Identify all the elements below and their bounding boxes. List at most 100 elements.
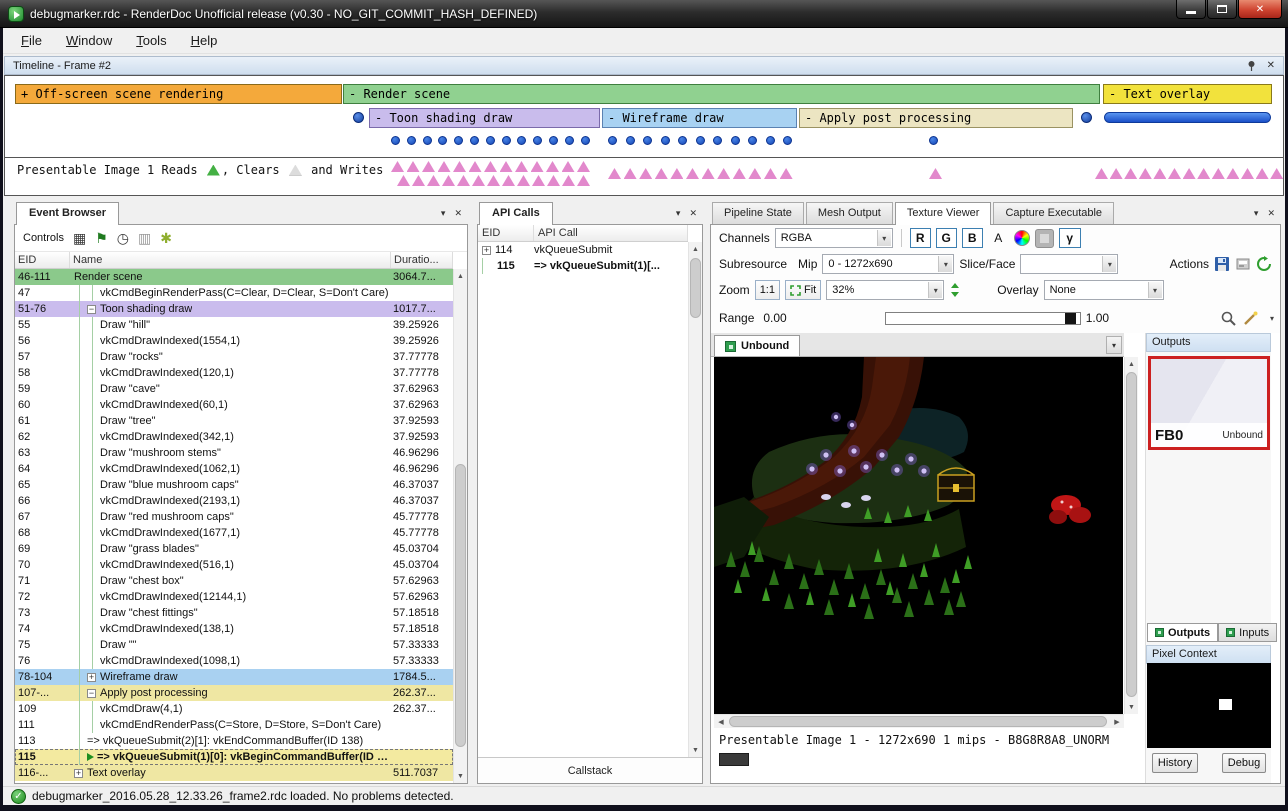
scroll-down-icon[interactable]: ▼: [689, 743, 702, 757]
timeline-bar[interactable]: - Text overlay: [1103, 84, 1272, 104]
event-dot[interactable]: [608, 136, 617, 145]
write-marker-icon[interactable]: [547, 175, 560, 186]
event-row[interactable]: 65Draw "blue mushroom caps"46.37037: [15, 477, 453, 493]
write-marker-icon[interactable]: [1124, 168, 1137, 179]
event-row[interactable]: 115=> vkQueueSubmit(1)[0]: vkBeginComman…: [15, 749, 453, 765]
panel-menu-icon[interactable]: ▾: [1254, 208, 1259, 219]
write-marker-icon[interactable]: [1226, 168, 1239, 179]
checkerboard-background-button[interactable]: [1035, 229, 1054, 248]
panel-menu-icon[interactable]: ▾: [676, 208, 681, 219]
write-marker-icon[interactable]: [515, 161, 528, 172]
scroll-thumb[interactable]: [690, 258, 701, 318]
write-marker-icon[interactable]: [1139, 168, 1152, 179]
slice-face-select[interactable]: ▾: [1020, 254, 1118, 274]
write-marker-icon[interactable]: [472, 175, 485, 186]
expand-icon[interactable]: +: [482, 246, 491, 255]
write-marker-icon[interactable]: [546, 161, 559, 172]
event-row[interactable]: 55Draw "hill"39.25926: [15, 317, 453, 333]
zoom-fit-button[interactable]: Fit: [785, 280, 821, 300]
pixel-context-view[interactable]: [1147, 663, 1271, 748]
event-dot[interactable]: [929, 136, 938, 145]
write-marker-icon[interactable]: [624, 168, 637, 179]
event-row[interactable]: 109vkCmdDraw(4,1)262.37...: [15, 701, 453, 717]
flip-y-icon[interactable]: [949, 282, 961, 298]
write-marker-icon[interactable]: [531, 161, 544, 172]
tab-pipeline-state[interactable]: Pipeline State: [712, 202, 804, 224]
range-max-value[interactable]: 1.00: [1086, 311, 1109, 325]
alpha-channel-button[interactable]: A: [988, 228, 1009, 248]
event-row[interactable]: 67Draw "red mushroom caps"45.77778: [15, 509, 453, 525]
write-marker-icon[interactable]: [1270, 168, 1283, 179]
scroll-up-icon[interactable]: ▲: [689, 242, 702, 256]
bookmark-flag-icon[interactable]: ⚑: [95, 231, 108, 245]
write-marker-icon[interactable]: [484, 161, 497, 172]
event-row[interactable]: 76vkCmdDrawIndexed(1098,1)57.33333: [15, 653, 453, 669]
event-row[interactable]: 116-...+Text overlay511.7037: [15, 765, 453, 781]
event-row[interactable]: 47vkCmdBeginRenderPass(C=Clear, D=Clear,…: [15, 285, 453, 301]
write-marker-icon[interactable]: [1256, 168, 1269, 179]
scroll-thumb[interactable]: [455, 464, 466, 747]
event-dot[interactable]: [731, 136, 740, 145]
write-marker-icon[interactable]: [639, 168, 652, 179]
write-marker-icon[interactable]: [532, 175, 545, 186]
write-marker-icon[interactable]: [748, 168, 761, 179]
panel-menu-icon[interactable]: ▾: [441, 208, 446, 219]
tab-texture-viewer[interactable]: Texture Viewer: [895, 202, 992, 225]
gamma-button[interactable]: γ: [1059, 228, 1081, 248]
write-marker-icon[interactable]: [577, 161, 590, 172]
event-row[interactable]: 46-111Render scene3064.7...: [15, 269, 453, 285]
write-marker-icon[interactable]: [438, 161, 451, 172]
history-button[interactable]: History: [1152, 753, 1198, 773]
scroll-thumb[interactable]: [1126, 372, 1137, 697]
range-slider[interactable]: [885, 312, 1081, 325]
tab-event-browser[interactable]: Event Browser: [16, 202, 119, 225]
scroll-down-icon[interactable]: ▼: [454, 769, 467, 783]
event-dot[interactable]: [783, 136, 792, 145]
collapse-icon[interactable]: −: [87, 305, 96, 314]
event-row[interactable]: 59Draw "cave"37.62963: [15, 381, 453, 397]
event-dot[interactable]: [565, 136, 574, 145]
event-dot[interactable]: [748, 136, 757, 145]
minimize-button[interactable]: [1176, 0, 1206, 19]
star-filter-icon[interactable]: ✱: [160, 231, 172, 245]
event-dot[interactable]: [438, 136, 447, 145]
scroll-up-icon[interactable]: ▲: [1125, 357, 1138, 371]
event-row[interactable]: 78-104+Wireframe draw1784.5...: [15, 669, 453, 685]
write-marker-icon[interactable]: [577, 175, 590, 186]
event-row[interactable]: 57Draw "rocks"37.77778: [15, 349, 453, 365]
write-marker-icon[interactable]: [929, 168, 942, 179]
event-row[interactable]: 58vkCmdDrawIndexed(120,1)37.77778: [15, 365, 453, 381]
write-marker-icon[interactable]: [1110, 168, 1123, 179]
event-row[interactable]: 70vkCmdDrawIndexed(516,1)45.03704: [15, 557, 453, 573]
event-dot[interactable]: [423, 136, 432, 145]
write-marker-icon[interactable]: [412, 175, 425, 186]
write-marker-icon[interactable]: [442, 175, 455, 186]
event-dot[interactable]: [470, 136, 479, 145]
event-row[interactable]: 71Draw "chest box"57.62963: [15, 573, 453, 589]
zoom-1-1-button[interactable]: 1:1: [755, 280, 780, 300]
event-dot[interactable]: [517, 136, 526, 145]
export-icon[interactable]: [1235, 256, 1251, 272]
panel-close-icon[interactable]: ✕: [1267, 208, 1275, 219]
tab-mesh-output[interactable]: Mesh Output: [806, 202, 893, 224]
write-marker-icon[interactable]: [453, 161, 466, 172]
write-marker-icon[interactable]: [487, 175, 500, 186]
texture-horizontal-scrollbar[interactable]: ◀ ▶: [714, 714, 1124, 728]
write-marker-icon[interactable]: [764, 168, 777, 179]
close-button[interactable]: ✕: [1238, 0, 1282, 19]
menu-item-help[interactable]: Help: [179, 29, 230, 52]
api-calls-scrollbar[interactable]: ▲ ▼: [688, 242, 702, 757]
timeline-bar[interactable]: - Wireframe draw: [602, 108, 797, 128]
timeline-bar[interactable]: + Off-screen scene rendering: [15, 84, 342, 104]
texture-list-dropdown[interactable]: ▾: [1106, 336, 1122, 354]
event-row[interactable]: 107-...−Apply post processing262.37...: [15, 685, 453, 701]
event-browser-scrollbar[interactable]: ▲ ▼: [453, 269, 467, 783]
save-icon[interactable]: [1214, 256, 1230, 272]
write-marker-icon[interactable]: [562, 175, 575, 186]
tab-inputs[interactable]: Inputs: [1218, 623, 1277, 642]
zoom-level-select[interactable]: 32%▾: [826, 280, 944, 300]
mip-select[interactable]: 0 - 1272x690▾: [822, 254, 954, 274]
timeline-header[interactable]: Timeline - Frame #2 ✕: [4, 56, 1284, 75]
event-dot[interactable]: [626, 136, 635, 145]
event-row[interactable]: 72vkCmdDrawIndexed(12144,1)57.62963: [15, 589, 453, 605]
